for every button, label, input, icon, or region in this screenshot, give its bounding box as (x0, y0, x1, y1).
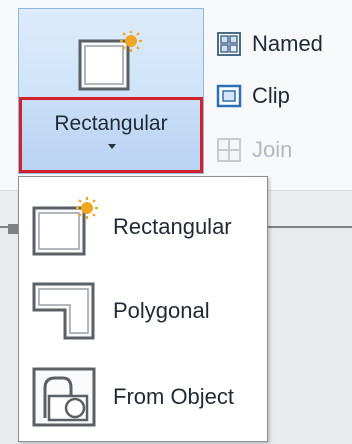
join-button-label: Join (252, 137, 293, 162)
menu-item-polygonal[interactable]: Polygonal (19, 269, 267, 353)
polygon-icon (32, 282, 95, 340)
join-button[interactable]: Join (216, 130, 352, 170)
split-button-label: Rectangular (54, 112, 168, 135)
rectangular-viewport-button-top[interactable] (19, 9, 203, 95)
clip-button-label: Clip (252, 83, 290, 108)
rectangular-viewport-split-button[interactable]: Rectangular (18, 8, 204, 174)
rectangular-dropdown-trigger[interactable]: Rectangular (19, 97, 203, 173)
canvas-corner (8, 224, 18, 234)
clip-icon (216, 84, 242, 108)
named-view-icon (217, 32, 241, 56)
menu-item-label: Polygonal (113, 298, 210, 323)
viewport-shape-dropdown: Rectangular Polygonal From Object (18, 176, 268, 442)
named-button[interactable]: Named (216, 24, 352, 64)
join-icon (217, 138, 241, 162)
menu-item-label: From Object (113, 384, 235, 409)
menu-item-rectangular[interactable]: Rectangular (19, 185, 267, 269)
from-object-icon (32, 367, 96, 427)
menu-item-label: Rectangular (113, 214, 232, 239)
rectangle-new-icon (32, 197, 98, 256)
menu-item-from-object[interactable]: From Object (19, 355, 267, 439)
clip-button[interactable]: Clip (216, 76, 352, 116)
rectangle-new-icon (78, 31, 142, 91)
named-button-label: Named (252, 31, 323, 56)
chevron-down-icon (108, 144, 116, 149)
